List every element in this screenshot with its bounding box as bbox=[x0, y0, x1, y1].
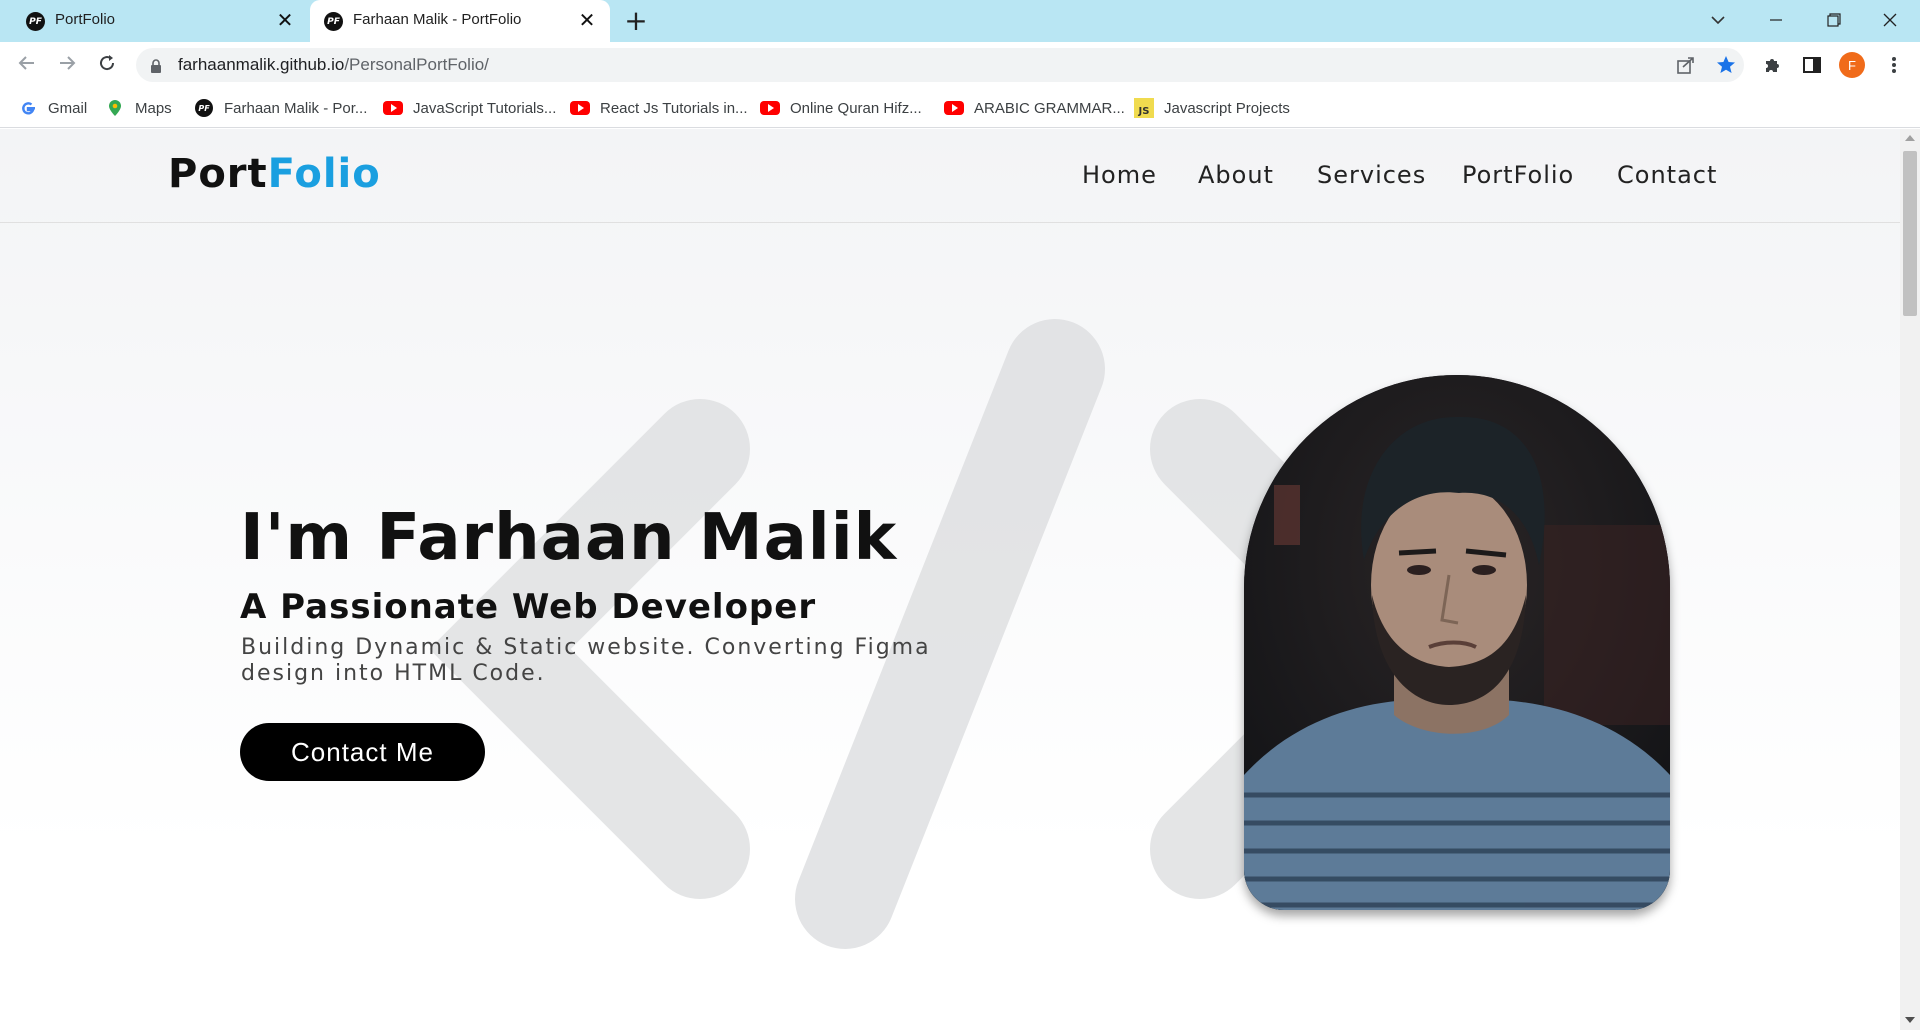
forward-button[interactable] bbox=[52, 48, 82, 78]
js-icon: JS bbox=[1134, 98, 1154, 118]
bookmark-gmail[interactable]: Gmail bbox=[18, 97, 87, 119]
browser-toolbar: farhaanmalik.github.io/PersonalPortFolio… bbox=[0, 42, 1920, 88]
bookmark-label: Maps bbox=[135, 99, 172, 117]
page-viewport: PortFolio Home About Services PortFolio … bbox=[0, 129, 1900, 1030]
tab-title: Farhaan Malik - PortFolio bbox=[353, 11, 522, 28]
bookmark-javascript-projects[interactable]: JS Javascript Projects bbox=[1134, 97, 1290, 119]
tab-strip: PF PortFolio ✕ PF Farhaan Malik - PortFo… bbox=[0, 0, 1920, 42]
bookmark-star-icon[interactable] bbox=[1712, 51, 1740, 79]
tab-portfolio[interactable]: PF PortFolio ✕ bbox=[12, 0, 308, 42]
url-text: farhaanmalik.github.io/PersonalPortFolio… bbox=[178, 55, 489, 75]
browser-window: PF PortFolio ✕ PF Farhaan Malik - PortFo… bbox=[0, 0, 1920, 1030]
youtube-icon bbox=[570, 100, 590, 116]
hero-description: Building Dynamic & Static website. Conve… bbox=[241, 635, 931, 686]
side-panel-icon[interactable] bbox=[1798, 51, 1826, 79]
bookmark-javascript-tutorials[interactable]: JavaScript Tutorials... bbox=[383, 97, 556, 119]
bookmark-arabic-grammar[interactable]: ARABIC GRAMMAR... bbox=[944, 97, 1125, 119]
hero-title: I'm Farhaan Malik bbox=[240, 501, 898, 575]
close-tab-icon[interactable]: ✕ bbox=[576, 9, 598, 31]
bookmark-label: Gmail bbox=[48, 99, 88, 117]
bookmark-label: React Js Tutorials in... bbox=[600, 99, 748, 117]
google-icon bbox=[18, 100, 38, 116]
pf-favicon-icon: PF bbox=[194, 99, 214, 117]
profile-photo-illustration bbox=[1244, 375, 1670, 910]
restore-button[interactable] bbox=[1806, 0, 1862, 40]
url-host: farhaanmalik.github.io bbox=[178, 55, 345, 74]
bookmark-farhaan-portfolio[interactable]: PF Farhaan Malik - Por... bbox=[194, 97, 367, 119]
tab-title: PortFolio bbox=[55, 11, 116, 28]
lock-icon[interactable] bbox=[150, 58, 162, 77]
pf-favicon-text: PF bbox=[195, 99, 213, 117]
scrollbar-thumb[interactable] bbox=[1903, 151, 1917, 316]
scroll-down-arrow-icon[interactable] bbox=[1905, 1017, 1915, 1023]
bookmarks-bar: Gmail Maps PF Farhaan Malik - Por... Java… bbox=[0, 88, 1920, 128]
page-scrollbar[interactable] bbox=[1900, 129, 1920, 1030]
maps-pin-icon bbox=[105, 100, 125, 116]
hero-subtitle: A Passionate Web Developer bbox=[240, 587, 817, 627]
share-icon[interactable] bbox=[1672, 51, 1700, 79]
menu-kebab-icon[interactable] bbox=[1880, 51, 1908, 79]
address-bar[interactable]: farhaanmalik.github.io/PersonalPortFolio… bbox=[136, 48, 1744, 82]
bookmark-label: JavaScript Tutorials... bbox=[413, 99, 557, 117]
tab-farhaan-portfolio[interactable]: PF Farhaan Malik - PortFolio ✕ bbox=[310, 0, 610, 42]
close-tab-icon[interactable]: ✕ bbox=[274, 9, 296, 31]
profile-photo bbox=[1244, 375, 1670, 910]
youtube-icon bbox=[760, 100, 780, 116]
minimize-button[interactable] bbox=[1748, 0, 1804, 40]
scroll-up-arrow-icon[interactable] bbox=[1905, 135, 1915, 141]
js-badge-text: JS bbox=[1134, 98, 1154, 118]
youtube-icon bbox=[383, 100, 403, 116]
extensions-puzzle-icon[interactable] bbox=[1758, 51, 1786, 79]
new-tab-button[interactable]: + bbox=[622, 6, 650, 36]
url-path: /PersonalPortFolio/ bbox=[344, 55, 489, 74]
contact-me-button[interactable]: Contact Me bbox=[240, 723, 485, 781]
tab-search-icon[interactable] bbox=[1690, 0, 1746, 40]
bookmark-label: Farhaan Malik - Por... bbox=[224, 99, 368, 117]
bookmark-maps[interactable]: Maps bbox=[105, 97, 172, 119]
bookmark-label: Online Quran Hifz... bbox=[790, 99, 922, 117]
bookmark-label: Javascript Projects bbox=[1164, 99, 1290, 117]
youtube-icon bbox=[944, 100, 964, 116]
tab-favicon-icon: PF bbox=[26, 12, 45, 31]
bookmark-quran-hifz[interactable]: Online Quran Hifz... bbox=[760, 97, 922, 119]
tab-favicon-icon: PF bbox=[324, 12, 343, 31]
bookmark-label: ARABIC GRAMMAR... bbox=[974, 99, 1125, 117]
close-window-button[interactable] bbox=[1862, 0, 1918, 40]
bookmark-react-tutorials[interactable]: React Js Tutorials in... bbox=[570, 97, 748, 119]
back-button[interactable] bbox=[12, 48, 42, 78]
reload-button[interactable] bbox=[92, 48, 122, 78]
profile-avatar[interactable]: F bbox=[1839, 52, 1865, 78]
